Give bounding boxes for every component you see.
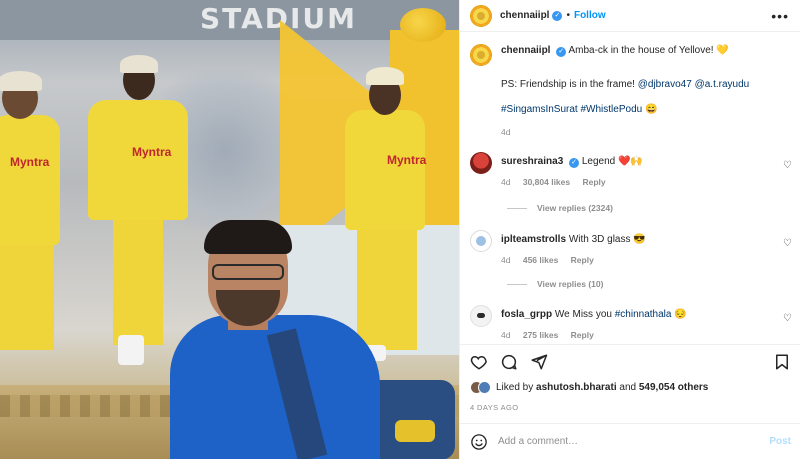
view-replies-label: View replies (2324)	[537, 203, 613, 213]
post-photo[interactable]: STADIUM Myntra Myntra Myntra	[0, 0, 459, 459]
liker-username[interactable]: ashutosh.bharati	[536, 382, 617, 393]
author-avatar[interactable]	[470, 4, 492, 27]
mention-link[interactable]: @a.t.rayudu	[695, 79, 750, 90]
heart-icon[interactable]: ♡	[783, 313, 792, 324]
likes-others-link[interactable]: 549,054 others	[639, 382, 709, 393]
comment-emoji: 😔	[671, 309, 687, 320]
team-logo	[400, 8, 446, 42]
jersey-sponsor: Myntra	[10, 155, 50, 169]
more-options-icon[interactable]: •••	[771, 8, 789, 24]
comment-likes[interactable]: 456 likes	[523, 255, 558, 265]
comment-age: 4d	[501, 177, 511, 187]
heart-icon[interactable]: ♡	[783, 238, 792, 249]
post-caption: chennaiipl ✓ Amba-ck in the house of Yel…	[470, 44, 790, 137]
view-replies-button[interactable]: View replies (10)	[507, 279, 603, 289]
comment-likes[interactable]: 275 likes	[523, 330, 558, 340]
caption-username[interactable]: chennaiipl	[501, 45, 550, 56]
commenter-avatar[interactable]	[470, 152, 492, 174]
comment-text: Legend ❤️🙌	[581, 156, 643, 167]
jersey-sponsor: Myntra	[132, 145, 172, 159]
post-comment-button[interactable]: Post	[769, 436, 791, 447]
comment-text: We Miss you	[554, 309, 615, 320]
likes-conjunction: and	[619, 382, 637, 393]
post-timestamp: 4 DAYS AGO	[470, 403, 519, 412]
post-sidebar: chennaiipl ✓ • Follow ••• chennaiipl ✓ A…	[459, 0, 800, 459]
replies-divider	[507, 283, 527, 285]
verified-icon: ✓	[569, 158, 580, 168]
caption-avatar[interactable]	[470, 44, 492, 66]
commenter-username[interactable]: fosla_grpp	[501, 309, 552, 320]
post-actions: Liked by ashutosh.bharati and 549,054 ot…	[460, 344, 800, 430]
bookmark-icon[interactable]	[773, 353, 791, 371]
emoji-smile-icon[interactable]	[470, 433, 488, 451]
caption-hashtags[interactable]: #SingamsInSurat #WhistlePodu 😄	[501, 104, 657, 115]
comment-age: 4d	[501, 255, 511, 265]
caption-text: Amba-ck in the house of Yellove! 💛	[568, 45, 729, 56]
comment-text: With 3D glass 😎	[568, 234, 646, 245]
reply-button[interactable]: Reply	[571, 330, 594, 340]
verified-icon: ✓	[552, 10, 563, 21]
jersey-sponsor: Myntra	[387, 153, 427, 167]
caption-age: 4d	[501, 127, 511, 137]
caption-ps: PS: Friendship is in the frame! @djbravo…	[501, 78, 749, 92]
comment-bubble-icon[interactable]	[500, 353, 518, 371]
heart-icon[interactable]: ♡	[783, 160, 792, 171]
follow-button[interactable]: Follow	[574, 10, 606, 21]
commenter-username[interactable]: sureshraina3	[501, 156, 563, 167]
post-header: chennaiipl ✓ • Follow •••	[460, 0, 800, 32]
commenter-username[interactable]: iplteamstrolls	[501, 234, 566, 245]
replies-divider	[507, 207, 527, 209]
separator-dot: •	[566, 10, 570, 21]
caption-ps-text: PS: Friendship is in the frame!	[501, 79, 635, 90]
view-replies-label: View replies (10)	[537, 279, 604, 289]
verified-icon: ✓	[556, 47, 567, 57]
reply-button[interactable]: Reply	[571, 255, 594, 265]
like-heart-icon[interactable]	[470, 353, 488, 371]
author-username[interactable]: chennaiipl	[500, 10, 549, 21]
comment-likes[interactable]: 30,804 likes	[523, 177, 570, 187]
mention-link[interactable]: @djbravo47	[638, 79, 692, 90]
add-comment-bar: Add a comment… Post	[460, 423, 800, 459]
view-replies-button[interactable]: View replies (2324)	[507, 203, 613, 213]
likes-summary: Liked by ashutosh.bharati and 549,054 ot…	[470, 381, 708, 394]
hashtag-link[interactable]: #chinnathala	[615, 309, 672, 320]
liker-avatar[interactable]	[478, 381, 491, 394]
share-paper-plane-icon[interactable]	[530, 353, 548, 371]
likes-prefix: Liked by	[496, 382, 534, 393]
comment-age: 4d	[501, 330, 511, 340]
commenter-avatar[interactable]	[470, 305, 492, 327]
comment-input[interactable]: Add a comment…	[498, 436, 769, 447]
commenter-avatar[interactable]	[470, 230, 492, 252]
reply-button[interactable]: Reply	[582, 177, 605, 187]
